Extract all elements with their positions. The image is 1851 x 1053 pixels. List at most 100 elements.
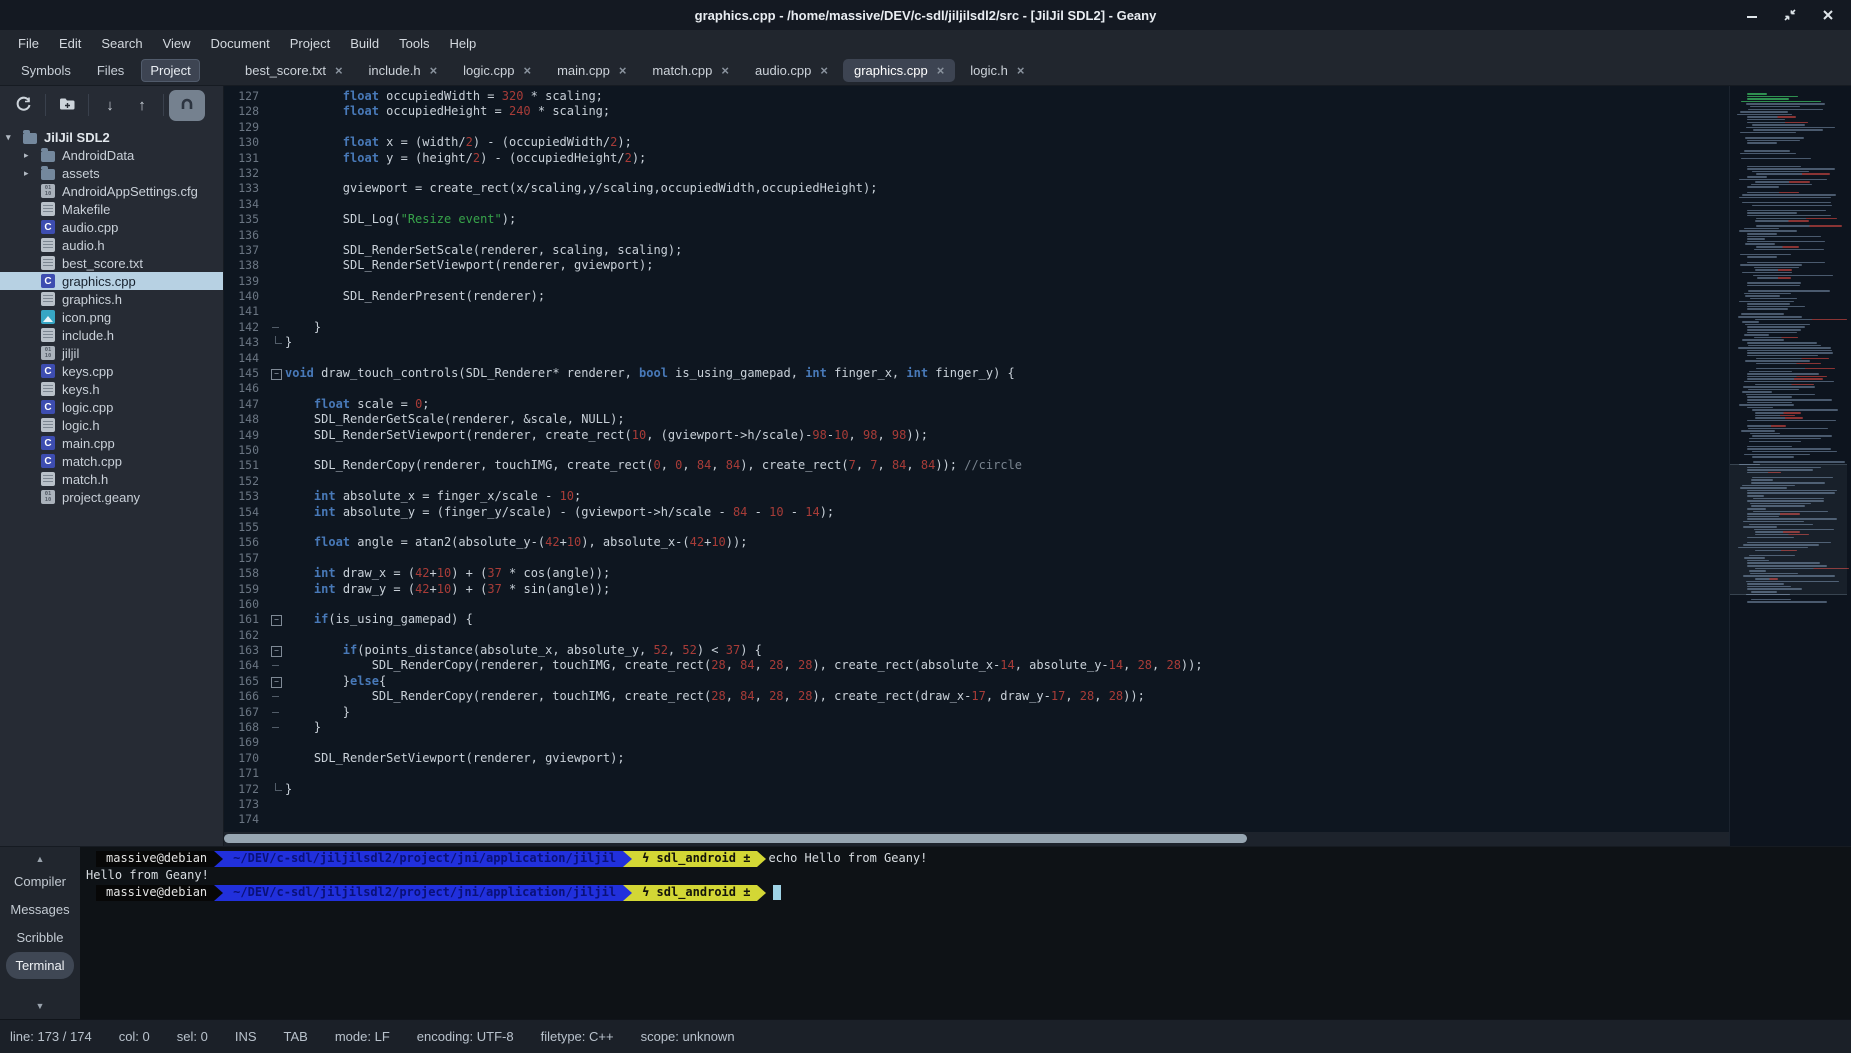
editor-tab-audio.cpp[interactable]: audio.cpp × (744, 59, 839, 82)
expander-closed-icon[interactable]: ▸ (24, 168, 41, 179)
tree-item-logic.h[interactable]: logic.h (0, 416, 223, 434)
panel-tab-scribble[interactable]: Scribble (8, 924, 73, 951)
fold-marker-dash[interactable] (268, 705, 285, 720)
line-number: 127 (224, 89, 268, 104)
fold-margin (268, 135, 285, 150)
minimap-line (1744, 454, 1810, 456)
move-up-button[interactable]: ↑ (126, 91, 158, 119)
fold-marker-box[interactable] (268, 612, 285, 627)
minimap-line (1747, 166, 1801, 168)
tree-item-AndroidAppSettings.cfg[interactable]: 01 10AndroidAppSettings.cfg (0, 182, 223, 200)
expander-closed-icon[interactable]: ▸ (24, 150, 41, 161)
tree-item-match.h[interactable]: match.h (0, 470, 223, 488)
restore-icon[interactable] (1783, 8, 1797, 22)
editor-tab-label: audio.cpp (755, 63, 811, 78)
menu-tools[interactable]: Tools (389, 32, 439, 55)
menu-edit[interactable]: Edit (49, 32, 91, 55)
fold-marker-box[interactable] (268, 674, 285, 689)
menu-file[interactable]: File (8, 32, 49, 55)
editor-tab-match.cpp[interactable]: match.cpp× (641, 59, 740, 82)
tab-close-icon[interactable]: × (619, 63, 627, 78)
fold-marker-box[interactable] (268, 643, 285, 658)
menu-help[interactable]: Help (440, 32, 487, 55)
editor-tab-logic.cpp[interactable]: logic.cpp× (452, 59, 542, 82)
sidebar-tab-files[interactable]: Files (88, 59, 133, 82)
tab-close-icon[interactable]: × (430, 63, 438, 78)
sidebar-tab-symbols[interactable]: Symbols (12, 59, 80, 82)
token-t: SDL_Log( (285, 212, 401, 226)
tree-item-audio.h[interactable]: audio.h (0, 236, 223, 254)
fold-marker-corner[interactable] (268, 782, 285, 797)
tree-item-AndroidData[interactable]: ▸AndroidData (0, 146, 223, 164)
editor-tab-graphics.cpp[interactable]: graphics.cpp× (843, 59, 955, 82)
fold-marker-corner[interactable] (268, 335, 285, 350)
editor-tab-best_score.txt[interactable]: best_score.txt× (234, 59, 354, 82)
tree-item-project.geany[interactable]: 01 10project.geany (0, 488, 223, 506)
tab-close-icon[interactable]: × (937, 63, 945, 78)
fold-marker-dash[interactable] (268, 320, 285, 335)
panel-collapse-up-icon[interactable]: ▲ (36, 854, 45, 864)
menu-view[interactable]: View (153, 32, 201, 55)
menu-document[interactable]: Document (201, 32, 280, 55)
code-area[interactable]: 127 float occupiedWidth = 320 * scaling;… (224, 86, 1729, 832)
fold-marker-dash[interactable] (268, 658, 285, 673)
editor-tab-logic.h[interactable]: logic.h× (959, 59, 1035, 82)
fold-marker-dash[interactable] (268, 689, 285, 704)
tree-item-include.h[interactable]: include.h (0, 326, 223, 344)
code-minimap[interactable] (1729, 86, 1851, 846)
tree-item-icon.png[interactable]: icon.png (0, 308, 223, 326)
tab-close-icon[interactable]: × (721, 63, 729, 78)
minimize-icon[interactable] (1745, 8, 1759, 22)
code-line: 133 gviewport = create_rect(x/scaling,y/… (224, 181, 1729, 196)
token-n: 98 (892, 428, 906, 442)
tree-item-logic.cpp[interactable]: Clogic.cpp (0, 398, 223, 416)
tree-item-Makefile[interactable]: Makefile (0, 200, 223, 218)
panel-tab-terminal[interactable]: Terminal (6, 952, 73, 979)
tree-item-keys.h[interactable]: keys.h (0, 380, 223, 398)
code-editor[interactable]: 127 float occupiedWidth = 320 * scaling;… (224, 86, 1729, 846)
menu-search[interactable]: Search (91, 32, 152, 55)
tree-item-assets[interactable]: ▸assets (0, 164, 223, 182)
tab-close-icon[interactable]: × (523, 63, 531, 78)
panel-tab-compiler[interactable]: Compiler (5, 868, 75, 895)
menu-project[interactable]: Project (280, 32, 340, 55)
tree-item-main.cpp[interactable]: Cmain.cpp (0, 434, 223, 452)
sidebar-tab-project[interactable]: Project (141, 59, 199, 82)
tab-close-icon[interactable]: × (820, 63, 828, 78)
terminal[interactable]: massive@debian~/DEV/c-sdl/jiljilsdl2/pro… (80, 847, 1851, 1019)
fold-marker-box[interactable] (268, 366, 285, 381)
minimap-line (1747, 212, 1797, 214)
tab-close-icon[interactable]: × (335, 63, 343, 78)
terminal-cursor[interactable] (773, 885, 781, 900)
horizontal-scrollbar-thumb[interactable] (224, 834, 1247, 843)
tab-close-icon[interactable]: × (1017, 63, 1025, 78)
minimap-line (1753, 129, 1823, 131)
tree-item-audio.cpp[interactable]: Caudio.cpp (0, 218, 223, 236)
panel-collapse-down-icon[interactable]: ▼ (36, 1001, 45, 1011)
tree-item-keys.cpp[interactable]: Ckeys.cpp (0, 362, 223, 380)
new-folder-button[interactable] (51, 91, 83, 119)
branch-label: sdl_android ± (657, 850, 751, 868)
token-t: scale = (350, 397, 415, 411)
track-current-file-button[interactable] (169, 90, 205, 121)
tree-item-best_score.txt[interactable]: best_score.txt (0, 254, 223, 272)
move-down-button[interactable]: ↓ (94, 91, 126, 119)
close-icon[interactable] (1821, 8, 1835, 22)
panel-tab-messages[interactable]: Messages (1, 896, 78, 923)
token-t: absolute_y = (finger_y/scale) - (gviewpo… (336, 505, 733, 519)
expander-open-icon[interactable]: ▾ (6, 132, 23, 143)
code-line: 143} (224, 335, 1729, 350)
horizontal-scrollbar[interactable] (224, 832, 1729, 846)
tree-item-match.cpp[interactable]: Cmatch.cpp (0, 452, 223, 470)
menu-build[interactable]: Build (340, 32, 389, 55)
tree-item-root[interactable]: ▾JilJil SDL2 (0, 128, 223, 146)
tree-item-jiljil[interactable]: 01 10jiljil (0, 344, 223, 362)
fold-marker-dash[interactable] (268, 720, 285, 735)
editor-tab-main.cpp[interactable]: main.cpp× (546, 59, 637, 82)
refresh-button[interactable] (8, 91, 40, 119)
minimap-viewport-indicator[interactable] (1730, 464, 1847, 595)
tree-item-graphics.h[interactable]: graphics.h (0, 290, 223, 308)
line-number: 163 (224, 643, 268, 658)
tree-item-graphics.cpp[interactable]: Cgraphics.cpp (0, 272, 223, 290)
editor-tab-include.h[interactable]: include.h× (358, 59, 449, 82)
